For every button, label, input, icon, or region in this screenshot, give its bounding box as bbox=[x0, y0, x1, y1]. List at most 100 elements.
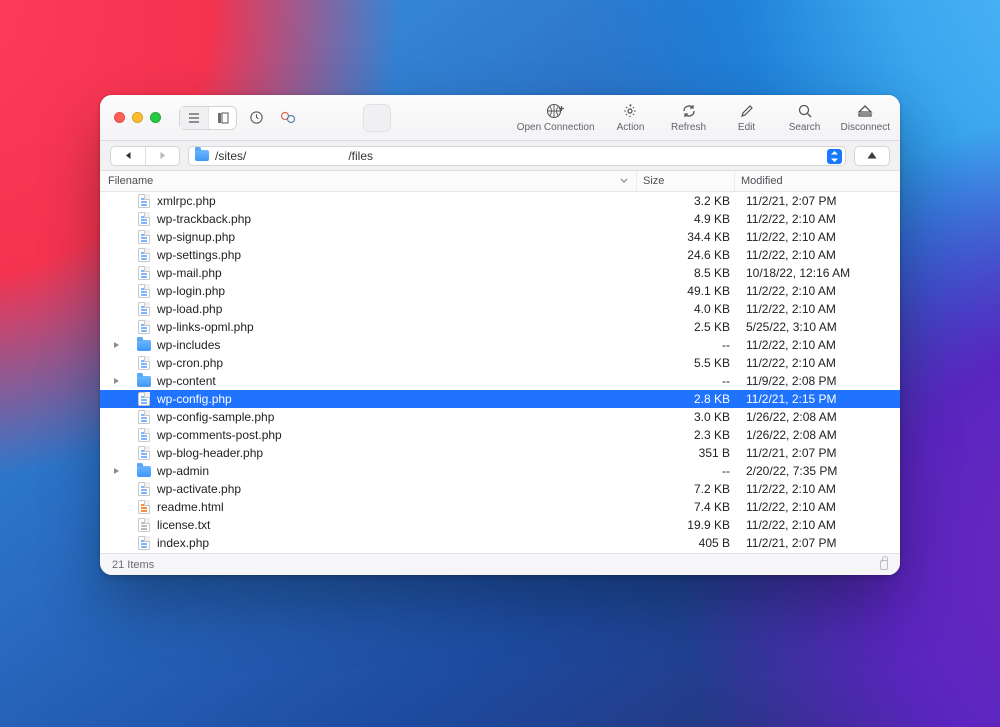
folder-icon bbox=[137, 376, 151, 387]
action-menu-button[interactable]: Action bbox=[609, 102, 653, 133]
php-file-icon bbox=[138, 392, 150, 406]
disclosure-triangle[interactable] bbox=[110, 341, 122, 349]
sync-button[interactable] bbox=[275, 106, 301, 130]
file-size: 3.0 KB bbox=[642, 410, 740, 424]
disconnect-button[interactable]: Disconnect bbox=[841, 102, 890, 133]
column-size[interactable]: Size bbox=[636, 171, 734, 191]
file-row[interactable]: wp-content--11/9/22, 2:08 PM bbox=[100, 372, 900, 390]
file-size: 49.1 KB bbox=[642, 284, 740, 298]
column-header: Filename Size Modified bbox=[100, 171, 900, 192]
search-button[interactable]: Search bbox=[783, 102, 827, 133]
file-size: 34.4 KB bbox=[642, 230, 740, 244]
file-name: xmlrpc.php bbox=[157, 194, 642, 208]
file-size: -- bbox=[642, 464, 740, 478]
path-segment-1: /sites/ bbox=[215, 149, 246, 163]
file-size: 7.4 KB bbox=[642, 500, 740, 514]
file-row[interactable]: wp-trackback.php4.9 KB11/2/22, 2:10 AM bbox=[100, 210, 900, 228]
file-name: wp-admin bbox=[157, 464, 642, 478]
php-file-icon bbox=[138, 320, 150, 334]
close-window-button[interactable] bbox=[114, 112, 125, 123]
file-size: 405 B bbox=[642, 536, 740, 550]
file-modified: 10/18/22, 12:16 AM bbox=[740, 266, 900, 280]
file-row[interactable]: wp-cron.php5.5 KB11/2/22, 2:10 AM bbox=[100, 354, 900, 372]
file-modified: 5/25/22, 3:10 AM bbox=[740, 320, 900, 334]
file-modified: 11/2/22, 2:10 AM bbox=[740, 212, 900, 226]
file-size: -- bbox=[642, 338, 740, 352]
text-file-icon bbox=[138, 518, 150, 532]
toolbar-actions: Open Connection Action Refresh Edit Sear… bbox=[517, 102, 890, 133]
status-bar: 21 Items bbox=[100, 553, 900, 575]
file-name: wp-config-sample.php bbox=[157, 410, 642, 424]
file-name: wp-load.php bbox=[157, 302, 642, 316]
file-modified: 11/2/22, 2:10 AM bbox=[740, 482, 900, 496]
file-row[interactable]: wp-links-opml.php2.5 KB5/25/22, 3:10 AM bbox=[100, 318, 900, 336]
file-name: index.php bbox=[157, 536, 642, 550]
file-name: wp-activate.php bbox=[157, 482, 642, 496]
file-row[interactable]: wp-signup.php34.4 KB11/2/22, 2:10 AM bbox=[100, 228, 900, 246]
file-row[interactable]: xmlrpc.php3.2 KB11/2/21, 2:07 PM bbox=[100, 192, 900, 210]
file-size: 4.0 KB bbox=[642, 302, 740, 316]
file-row[interactable]: wp-load.php4.0 KB11/2/22, 2:10 AM bbox=[100, 300, 900, 318]
file-size: 19.9 KB bbox=[642, 518, 740, 532]
php-file-icon bbox=[138, 482, 150, 496]
file-row[interactable]: wp-login.php49.1 KB11/2/22, 2:10 AM bbox=[100, 282, 900, 300]
file-name: wp-cron.php bbox=[157, 356, 642, 370]
view-mode-segment bbox=[179, 106, 237, 130]
file-row[interactable]: wp-admin--2/20/22, 7:35 PM bbox=[100, 462, 900, 480]
nav-back-button[interactable] bbox=[111, 147, 145, 165]
lock-icon bbox=[880, 560, 888, 570]
file-modified: 11/2/22, 2:10 AM bbox=[740, 500, 900, 514]
column-view-button[interactable] bbox=[208, 107, 236, 129]
file-row[interactable]: wp-comments-post.php2.3 KB1/26/22, 2:08 … bbox=[100, 426, 900, 444]
php-file-icon bbox=[138, 428, 150, 442]
disclosure-triangle[interactable] bbox=[110, 377, 122, 385]
file-row[interactable]: wp-settings.php24.6 KB11/2/22, 2:10 AM bbox=[100, 246, 900, 264]
php-file-icon bbox=[138, 302, 150, 316]
path-segment-2: /files bbox=[348, 149, 373, 163]
file-name: wp-mail.php bbox=[157, 266, 642, 280]
file-modified: 11/2/22, 2:10 AM bbox=[740, 518, 900, 532]
file-row[interactable]: wp-includes--11/2/22, 2:10 AM bbox=[100, 336, 900, 354]
nav-forward-button[interactable] bbox=[145, 147, 179, 165]
go-up-button[interactable] bbox=[854, 146, 890, 166]
path-field[interactable]: /sites/ /files bbox=[188, 146, 846, 166]
php-file-icon bbox=[138, 248, 150, 262]
file-modified: 11/2/22, 2:10 AM bbox=[740, 284, 900, 298]
column-modified[interactable]: Modified bbox=[734, 171, 894, 191]
file-row[interactable]: index.php405 B11/2/21, 2:07 PM bbox=[100, 534, 900, 552]
file-row[interactable]: wp-mail.php8.5 KB10/18/22, 12:16 AM bbox=[100, 264, 900, 282]
list-view-icon bbox=[188, 112, 200, 124]
file-modified: 11/2/21, 2:15 PM bbox=[740, 392, 900, 406]
file-name: wp-login.php bbox=[157, 284, 642, 298]
file-name: wp-config.php bbox=[157, 392, 642, 406]
file-row[interactable]: wp-config-sample.php3.0 KB1/26/22, 2:08 … bbox=[100, 408, 900, 426]
zoom-window-button[interactable] bbox=[150, 112, 161, 123]
file-row[interactable]: wp-activate.php7.2 KB11/2/22, 2:10 AM bbox=[100, 480, 900, 498]
file-list[interactable]: xmlrpc.php3.2 KB11/2/21, 2:07 PMwp-track… bbox=[100, 192, 900, 553]
list-view-button[interactable] bbox=[180, 107, 208, 129]
chevron-left-icon bbox=[124, 151, 133, 160]
file-name: wp-settings.php bbox=[157, 248, 642, 262]
queue-button[interactable] bbox=[363, 104, 391, 132]
file-row[interactable]: readme.html7.4 KB11/2/22, 2:10 AM bbox=[100, 498, 900, 516]
path-dropdown-button[interactable] bbox=[827, 149, 842, 164]
disclosure-triangle[interactable] bbox=[110, 467, 122, 475]
php-file-icon bbox=[138, 410, 150, 424]
file-name: wp-comments-post.php bbox=[157, 428, 642, 442]
open-connection-button[interactable]: Open Connection bbox=[517, 102, 595, 133]
php-file-icon bbox=[138, 212, 150, 226]
history-button[interactable] bbox=[243, 106, 269, 130]
edit-button[interactable]: Edit bbox=[725, 102, 769, 133]
file-row[interactable]: license.txt19.9 KB11/2/22, 2:10 AM bbox=[100, 516, 900, 534]
minimize-window-button[interactable] bbox=[132, 112, 143, 123]
refresh-button[interactable]: Refresh bbox=[667, 102, 711, 133]
file-size: 2.8 KB bbox=[642, 392, 740, 406]
file-row[interactable]: wp-blog-header.php351 B11/2/21, 2:07 PM bbox=[100, 444, 900, 462]
file-size: 8.5 KB bbox=[642, 266, 740, 280]
column-filename[interactable]: Filename bbox=[100, 175, 636, 187]
file-row[interactable]: wp-config.php2.8 KB11/2/21, 2:15 PM bbox=[100, 390, 900, 408]
file-modified: 11/2/21, 2:07 PM bbox=[740, 536, 900, 550]
path-bar: /sites/ /files bbox=[100, 141, 900, 171]
file-name: wp-includes bbox=[157, 338, 642, 352]
file-size: 5.5 KB bbox=[642, 356, 740, 370]
